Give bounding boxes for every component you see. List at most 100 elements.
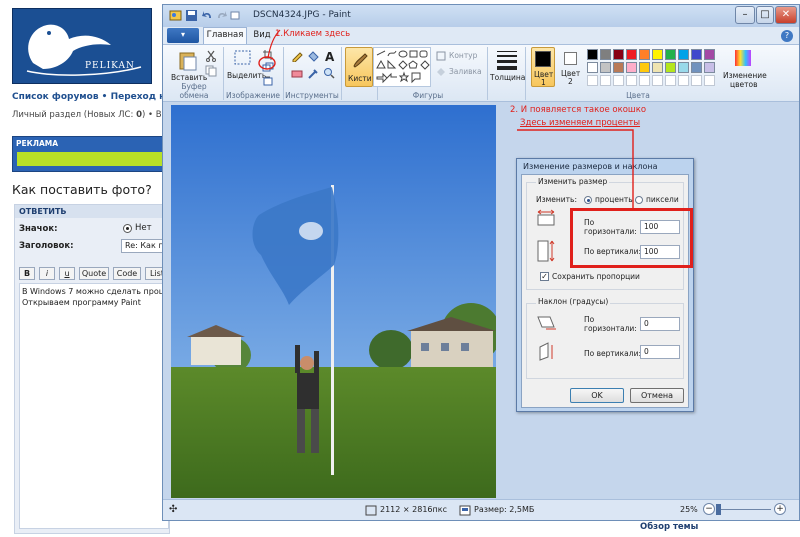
outline-icon[interactable] [435, 50, 447, 62]
palette-swatch[interactable] [613, 49, 624, 60]
palette-empty-slot[interactable] [678, 75, 689, 86]
select-label[interactable]: Выделить [227, 71, 266, 80]
shapes-gallery[interactable] [373, 47, 431, 87]
palette-swatch[interactable] [600, 62, 611, 73]
ok-button[interactable]: OK [570, 388, 624, 403]
ribbon-separator [341, 47, 342, 100]
palette-empty-slot[interactable] [652, 75, 663, 86]
palette-empty-slot[interactable] [626, 75, 637, 86]
save-icon[interactable] [185, 9, 198, 22]
icon-none-label: Нет [135, 223, 152, 233]
palette-empty-slot[interactable] [639, 75, 650, 86]
outline-label[interactable]: Контур [449, 51, 477, 60]
palette-swatch[interactable] [704, 62, 715, 73]
canvas-area[interactable]: Изменение размеров и наклона Изменить ра… [163, 103, 799, 499]
palette-swatch[interactable] [626, 62, 637, 73]
palette-swatch[interactable] [652, 62, 663, 73]
palette-swatch[interactable] [665, 62, 676, 73]
color2-button[interactable]: Цвет 2 [559, 47, 583, 87]
forum-breadcrumb[interactable]: Список форумов • Переход на т [12, 92, 170, 106]
topic-overview-link[interactable]: Обзор темы [640, 522, 698, 532]
palette-swatch[interactable] [587, 49, 598, 60]
palette-empty-slot[interactable] [691, 75, 702, 86]
cut-icon[interactable] [205, 50, 217, 62]
keep-ratio-label[interactable]: Сохранить пропорции [552, 272, 640, 281]
move-icon: ✣ [169, 504, 178, 515]
user-line-prefix: Личный раздел (Новых ЛС: [12, 110, 137, 120]
palette-swatch[interactable] [587, 62, 598, 73]
zoom-out-button[interactable]: − [703, 503, 715, 515]
undo-icon[interactable] [201, 9, 214, 22]
palette-empty-slot[interactable] [665, 75, 676, 86]
italic-button[interactable]: i [39, 267, 55, 280]
palette-swatch[interactable] [639, 62, 650, 73]
size-label[interactable]: Толщина [490, 73, 525, 82]
fill-label[interactable]: Заливка [449, 67, 482, 76]
minimize-button[interactable]: – [735, 6, 755, 24]
redo-icon[interactable] [215, 9, 228, 22]
palette-swatch[interactable] [678, 49, 689, 60]
edit-colors-label-2[interactable]: цветов [730, 80, 758, 89]
paste-label[interactable]: Вставить [171, 73, 207, 82]
close-button[interactable]: ✕ [775, 6, 797, 24]
copy-icon[interactable] [205, 65, 217, 77]
palette-swatch[interactable] [639, 49, 650, 60]
ad-banner[interactable] [17, 152, 167, 166]
fill-shape-icon[interactable] [435, 66, 447, 78]
palette-swatch[interactable] [691, 49, 702, 60]
zoom-in-button[interactable]: + [774, 503, 786, 515]
status-bar: ✣ 2112 × 2816пкс Размер: 2,5МБ 25% − + [163, 499, 799, 520]
palette-swatch[interactable] [704, 49, 715, 60]
palette-swatch[interactable] [665, 49, 676, 60]
paste-icon[interactable] [177, 49, 199, 71]
palette-swatch[interactable] [626, 49, 637, 60]
keep-ratio-checkbox[interactable]: ✓ [540, 272, 549, 281]
palette-swatch[interactable] [600, 49, 611, 60]
zoom-slider[interactable] [719, 509, 771, 510]
underline-button[interactable]: u [59, 267, 75, 280]
edit-colors-label-1[interactable]: Изменение [723, 71, 767, 80]
quote-button[interactable]: Quote [79, 267, 109, 280]
annotation-step2-line1: 2. И появляется такое окошко [510, 105, 647, 115]
ad-block: РЕКЛАМА [12, 136, 170, 172]
palette-empty-slot[interactable] [704, 75, 715, 86]
skew-horizontal-input[interactable]: 0 [640, 317, 680, 331]
size-icon[interactable] [495, 49, 519, 71]
paint-app-icon [169, 10, 182, 21]
maximize-button[interactable]: □ [756, 6, 774, 24]
photo-canvas[interactable] [171, 105, 496, 498]
bold-button[interactable]: B [19, 267, 35, 280]
palette-empty-slot[interactable] [600, 75, 611, 86]
palette-empty-slot[interactable] [587, 75, 598, 86]
magnifier-icon[interactable] [323, 67, 335, 79]
palette-swatch[interactable] [678, 62, 689, 73]
palette-swatch[interactable] [691, 62, 702, 73]
shapes-icon [376, 50, 430, 84]
svg-text:A: A [325, 50, 335, 62]
zoom-slider-thumb[interactable] [716, 504, 721, 515]
color1-button[interactable]: Цвет 1 [531, 47, 555, 87]
brushes-button[interactable]: Кисти [345, 47, 373, 87]
palette-swatch[interactable] [652, 49, 663, 60]
forum-user-line[interactable]: Личный раздел (Новых ЛС: 0) • Ва [12, 110, 170, 124]
rotate-icon[interactable] [262, 75, 274, 87]
pixels-label[interactable]: пиксели [646, 195, 679, 204]
title-bar[interactable]: DSCN4324.JPG - Paint – □ ✕ [163, 5, 799, 27]
ribbon-separator [525, 47, 526, 100]
text-icon[interactable]: A [323, 50, 335, 62]
file-menu-button[interactable]: ▾ [167, 28, 199, 43]
message-editor[interactable]: В Windows 7 можно сделать проще Открывае… [19, 283, 169, 529]
edit-colors-icon[interactable] [734, 49, 752, 67]
annotation-highlight-box [570, 208, 693, 268]
palette-empty-slot[interactable] [613, 75, 624, 86]
code-button[interactable]: Code [113, 267, 141, 280]
tab-home[interactable]: Главная [203, 27, 247, 44]
help-icon[interactable]: ? [781, 30, 793, 42]
forum-logo[interactable]: PELIKAN [12, 8, 152, 84]
skew-vertical-input[interactable]: 0 [640, 345, 680, 359]
annotation-step1: 1.Кликаем здесь [275, 29, 351, 39]
radio-selected-icon [123, 224, 132, 233]
palette-swatch[interactable] [613, 62, 624, 73]
quick-access-menu-icon[interactable] [229, 9, 242, 22]
cancel-button[interactable]: Отмена [630, 388, 684, 403]
